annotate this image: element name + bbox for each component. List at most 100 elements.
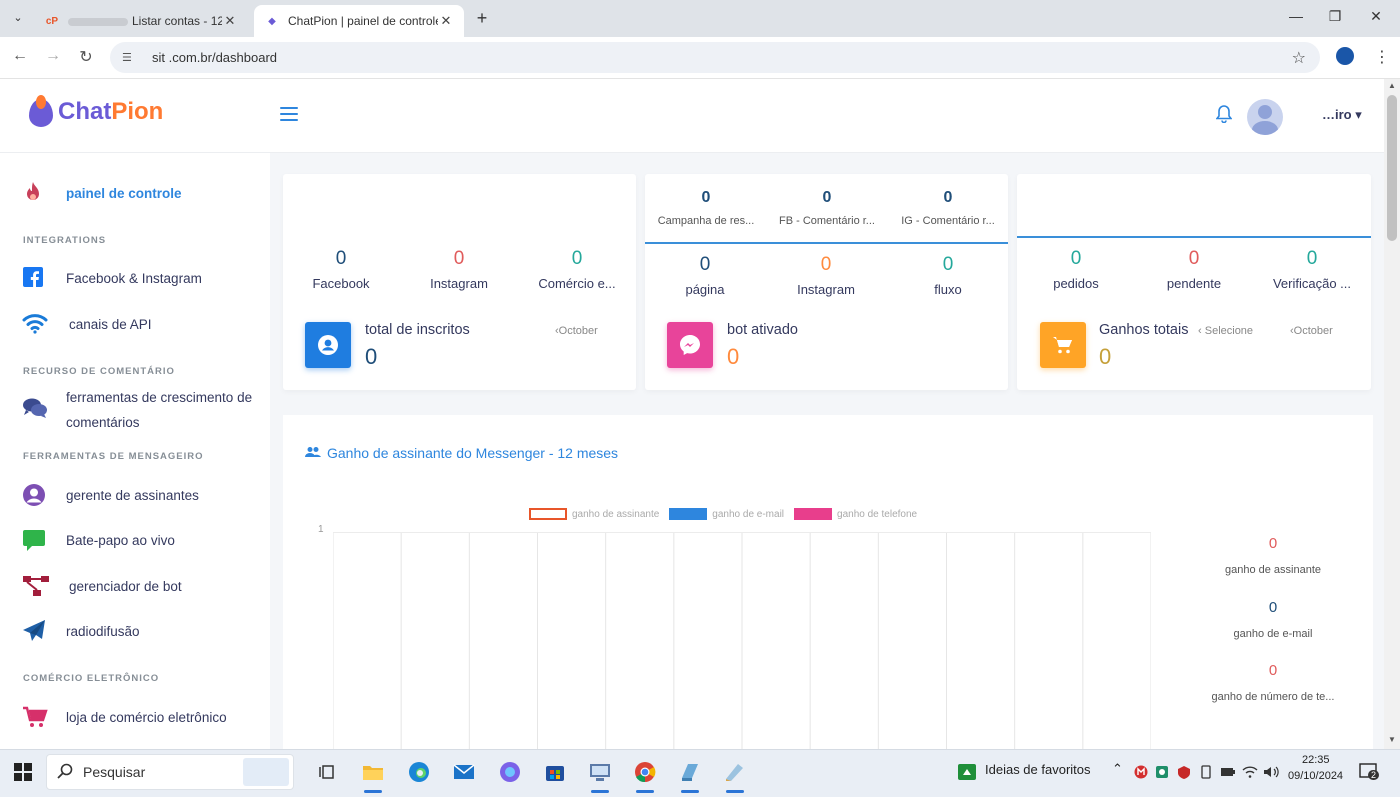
taskbar-search-box[interactable]: Pesquisar [46,754,294,790]
stat-label: pedidos [1053,276,1099,291]
clock-date[interactable]: 09/10/2024 [1288,770,1343,782]
logo-mark-icon [28,95,54,129]
sidebar-item-api-channels[interactable]: canais de API [22,312,152,337]
chevron-up-icon[interactable]: ⌃ [1112,761,1123,777]
active-app-indicator [591,790,609,793]
chrome-icon[interactable] [632,759,658,785]
store-icon[interactable] [542,759,568,785]
stat-verification: 0 Verificação ... [1257,248,1367,291]
favorites-text[interactable]: Ideias de favoritos [985,762,1091,777]
app-icon[interactable] [722,759,748,785]
app-icon[interactable] [677,759,703,785]
sidebar-item-dashboard[interactable]: painel de controle [22,181,182,206]
windows-taskbar: Pesquisar Ideias de favoritos ⌃ 22:35 09… [0,749,1400,797]
user-menu-dropdown[interactable]: …iro ▾ [1322,107,1362,123]
minimize-icon[interactable]: — [1286,8,1306,24]
scroll-down-icon[interactable]: ▼ [1384,735,1400,744]
notifications-icon[interactable]: 2 [1356,759,1382,785]
mail-icon[interactable] [451,759,477,785]
chart-legend: ganho de assinante ganho de e-mail ganho… [529,508,927,520]
avatar[interactable] [1247,99,1283,135]
bookmark-star-icon[interactable]: ☆ [1292,48,1306,68]
active-app-indicator [726,790,744,793]
tray-app-icon[interactable] [1153,759,1171,785]
browser-menu-icon[interactable]: ⋮ [1374,47,1390,67]
browser-tab-inactive[interactable]: cP Listar contas - 12 ✕ [34,5,248,37]
sidebar-item-facebook-instagram[interactable]: Facebook & Instagram [22,266,202,291]
task-view-icon[interactable] [314,759,340,785]
tab-search-button[interactable]: ⌄ [8,8,28,28]
stat-value: 0 [820,254,832,275]
tray-app-icon[interactable] [1175,759,1193,785]
volume-icon[interactable] [1262,759,1280,785]
close-tab-icon[interactable]: ✕ [222,13,238,29]
sidebar-item-ecommerce-store[interactable]: loja de comércio eletrônico [22,705,227,730]
legend-item[interactable]: ganho de e-mail [669,508,784,520]
scroll-up-icon[interactable]: ▲ [1384,81,1400,90]
month-dropdown[interactable]: ‹October [1290,325,1333,337]
browser-profile-icon[interactable] [1336,47,1354,65]
logo-text-pion: Pion [111,98,164,125]
legend-item[interactable]: ganho de assinante [529,508,659,520]
tab-title: ChatPion | painel de controle [288,14,438,28]
chat-bubble-icon [22,528,66,552]
sidebar-section-ecommerce: COMÉRCIO ELETRÔNICO [23,673,160,684]
bots-card: 0 Campanha de res... 0 FB - Comentário r… [645,174,1008,390]
close-window-icon[interactable]: ✕ [1366,8,1386,25]
sidebar-section-integrations: INTEGRATIONS [23,235,107,246]
reload-icon[interactable]: ↻ [75,47,97,67]
messenger-icon [667,322,713,368]
search-placeholder: Pesquisar [83,764,146,780]
notification-count: 2 [1368,770,1380,780]
page-scrollbar[interactable]: ▲ ▼ [1384,79,1400,749]
card-title: total de inscritos [365,322,470,338]
chart-title: Ganho de assinante do Messenger - 12 mes… [305,445,618,461]
sidebar-item-label: Bate-papo ao vivo [66,533,175,548]
copilot-icon[interactable] [497,759,523,785]
sidebar-item-broadcast[interactable]: radiodifusão [22,619,140,644]
subscribers-card: 0 Facebook 0 Instagram 0 Comércio e... t… [283,174,636,390]
sidebar-item-label: ferramentas de crescimento de comentários [66,390,253,430]
stat-value: 0 [943,189,953,206]
cart-icon [1040,322,1086,368]
scrollbar-thumb[interactable] [1387,95,1397,241]
currency-dropdown[interactable]: ‹ Selecione [1198,325,1253,337]
sidebar-item-comment-growth-tools[interactable]: ferramentas de crescimento de comentários [22,385,252,435]
stat-value: 0 [1188,248,1200,269]
edge-icon[interactable] [406,759,432,785]
legend-swatch [529,508,567,520]
close-tab-icon[interactable]: ✕ [438,13,454,29]
month-dropdown[interactable]: ‹October [555,325,598,337]
browser-tab-active[interactable]: ◆ ChatPion | painel de controle ✕ [254,5,464,37]
user-circle-icon [22,483,66,507]
logo-text-chat: Chat [58,98,112,125]
search-highlight-icon [243,758,289,786]
new-tab-icon[interactable]: + [472,8,492,29]
forward-icon[interactable]: → [42,47,64,65]
file-explorer-icon[interactable] [360,759,386,785]
address-bar[interactable]: ☰ sit .com.br/dashboard ☆ [110,42,1320,73]
sidebar-item-bot-manager[interactable]: gerenciador de bot [22,574,182,599]
windows-start-icon[interactable] [10,759,36,785]
stat-instagram: 0 Instagram [404,248,514,291]
wifi-icon[interactable] [1241,759,1259,785]
tray-app-icon[interactable] [1132,759,1150,785]
legend-item[interactable]: ganho de telefone [794,508,917,520]
active-app-indicator [681,790,699,793]
sidebar-item-subscriber-manager[interactable]: gerente de assinantes [22,483,199,508]
clock-time[interactable]: 22:35 [1302,754,1330,766]
remote-desktop-icon[interactable] [587,759,613,785]
sidebar-item-live-chat[interactable]: Bate-papo ao vivo [22,528,175,553]
bell-icon[interactable] [1215,105,1233,128]
card-total: 0 [727,344,740,369]
site-info-icon[interactable]: ☰ [122,51,140,64]
battery-icon[interactable] [1219,759,1237,785]
tray-app-icon[interactable] [1197,759,1215,785]
user-icon [305,322,351,368]
chatpion-logo[interactable]: ChatPion [28,95,163,129]
favorites-icon[interactable] [954,759,980,785]
hamburger-menu-icon[interactable] [280,107,298,125]
stat-label: IG - Comentário r... [901,215,995,227]
back-icon[interactable]: ← [9,47,31,65]
restore-icon[interactable]: ❐ [1325,8,1345,25]
